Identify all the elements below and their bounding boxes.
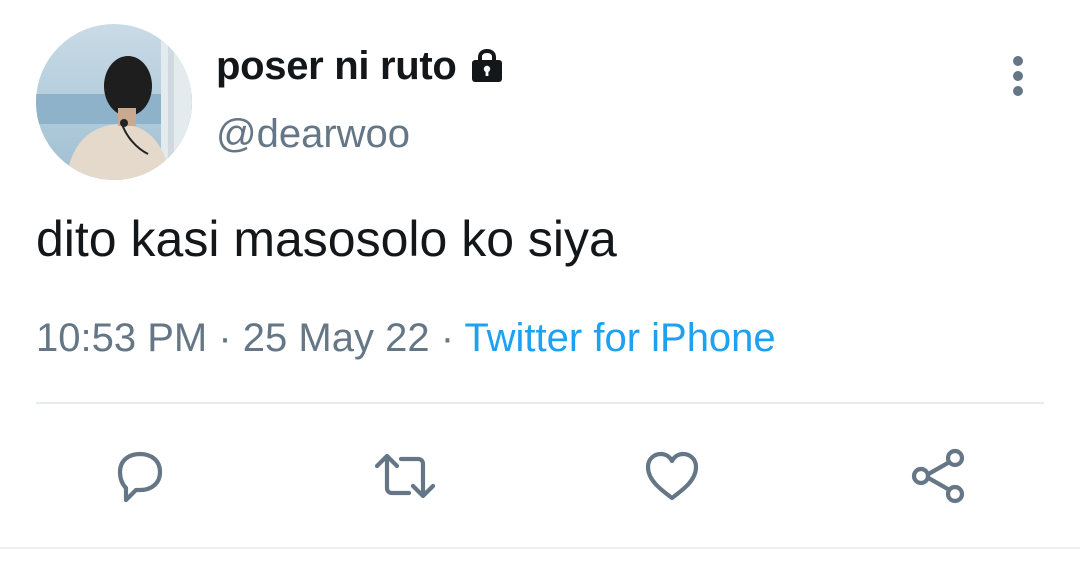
lock-icon xyxy=(467,46,507,86)
tweet-card: poser ni ruto @dearwoo dito kasi masosol… xyxy=(0,0,1080,567)
meta-separator: · xyxy=(218,316,232,360)
avatar-image xyxy=(36,24,192,180)
tweet-source-link[interactable]: Twitter for iPhone xyxy=(464,316,775,360)
like-button[interactable] xyxy=(640,444,704,508)
tweet-date: 25 May 22 xyxy=(242,316,430,360)
tweet-meta: 10:53 PM · 25 May 22 · Twitter for iPhon… xyxy=(36,316,776,361)
more-options-button[interactable] xyxy=(998,52,1038,100)
handle[interactable]: @dearwoo xyxy=(216,112,410,157)
share-button[interactable] xyxy=(907,444,971,508)
tweet-time: 10:53 PM xyxy=(36,316,208,360)
meta-separator: · xyxy=(440,316,455,360)
reply-icon xyxy=(117,451,163,503)
retweet-button[interactable] xyxy=(373,444,437,508)
retweet-icon xyxy=(374,453,436,499)
divider xyxy=(36,402,1044,404)
display-name[interactable]: poser ni ruto xyxy=(216,44,457,89)
vertical-ellipsis-icon xyxy=(1013,56,1023,96)
heart-icon xyxy=(645,451,699,501)
avatar[interactable] xyxy=(36,24,192,180)
reply-button[interactable] xyxy=(108,444,172,508)
bottom-divider xyxy=(0,547,1080,549)
share-icon xyxy=(911,448,965,504)
display-name-row: poser ni ruto xyxy=(216,42,507,90)
tweet-text: dito kasi masosolo ko siya xyxy=(36,211,617,267)
